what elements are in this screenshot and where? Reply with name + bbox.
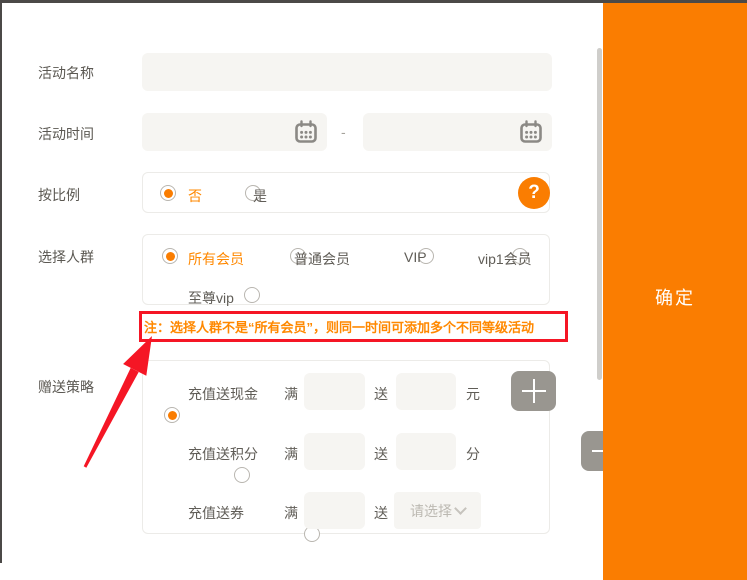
recharge-activity-dialog: { "colors": { "accent_orange": "#fa7d01"…: [0, 0, 747, 580]
end-date-input[interactable]: [363, 113, 552, 151]
audience-vip1-label[interactable]: vip1会员: [478, 249, 532, 269]
coupon-select-dropdown[interactable]: 请选择: [394, 492, 481, 529]
audience-all-members-radio[interactable]: [162, 248, 178, 264]
confirm-button[interactable]: 确定: [603, 281, 747, 313]
help-icon[interactable]: ?: [518, 177, 550, 209]
gift-cash-unit: 元: [466, 384, 480, 404]
gift-coupon-amount-input[interactable]: [304, 492, 365, 529]
gift-points-radio[interactable]: [234, 467, 250, 483]
activity-name-input[interactable]: [142, 53, 552, 91]
gift-strategy-label: 赠送策略: [38, 377, 94, 397]
gift-points-label[interactable]: 充值送积分: [188, 444, 258, 464]
gift-cash-amount-input[interactable]: [304, 373, 365, 410]
activity-name-label: 活动名称: [38, 63, 94, 83]
gift-coupon-mid: 送: [374, 503, 388, 523]
note-highlight-box: 注：选择人群不是“所有会员”，则同一时间可添加多个不同等级活动: [139, 311, 568, 342]
chevron-down-icon: [454, 502, 467, 515]
gift-coupon-label[interactable]: 充值送券: [188, 503, 244, 523]
confirm-panel: 确定: [603, 3, 747, 580]
gift-points-prefix: 满: [284, 444, 298, 464]
vertical-scrollbar[interactable]: [597, 48, 602, 380]
audience-label: 选择人群: [38, 247, 94, 267]
ratio-option-no-radio[interactable]: [160, 185, 176, 201]
audience-vip-label[interactable]: VIP: [404, 249, 427, 265]
gift-points-gift-input[interactable]: [396, 433, 456, 470]
ratio-group: 否 是 ?: [142, 172, 550, 213]
gift-strategy-group: 充值送现金 满 送 元 充值送积分 满 送 分 充值送券 满 送 请选择: [142, 360, 550, 534]
gift-cash-radio[interactable]: [164, 407, 180, 423]
gift-cash-add-button[interactable]: [511, 371, 556, 411]
gift-cash-prefix: 满: [284, 384, 298, 404]
audience-supreme-vip-label[interactable]: 至尊vip: [188, 288, 234, 308]
activity-time-label: 活动时间: [38, 124, 94, 144]
gift-cash-mid: 送: [374, 384, 388, 404]
ratio-option-yes-label[interactable]: 是: [253, 186, 267, 206]
gift-coupon-prefix: 满: [284, 503, 298, 523]
date-range-separator: -: [341, 124, 346, 140]
gift-cash-gift-input[interactable]: [396, 373, 456, 410]
gift-cash-label[interactable]: 充值送现金: [188, 384, 258, 404]
window-left-edge: [0, 0, 2, 563]
audience-supreme-vip-radio[interactable]: [244, 287, 260, 303]
audience-group: 所有会员 普通会员 VIP vip1会员 至尊vip: [142, 234, 550, 305]
calendar-icon[interactable]: [519, 120, 543, 149]
audience-normal-members-label[interactable]: 普通会员: [294, 249, 350, 269]
audience-all-members-label[interactable]: 所有会员: [188, 249, 244, 269]
start-date-input[interactable]: [142, 113, 327, 151]
ratio-label: 按比例: [38, 185, 80, 205]
gift-points-amount-input[interactable]: [304, 433, 365, 470]
gift-points-unit: 分: [466, 444, 480, 464]
coupon-select-placeholder: 请选择: [410, 501, 452, 521]
gift-points-mid: 送: [374, 444, 388, 464]
calendar-icon[interactable]: [294, 120, 318, 149]
ratio-option-no-label[interactable]: 否: [188, 186, 202, 206]
note-text: 注：选择人群不是“所有会员”，则同一时间可添加多个不同等级活动: [142, 317, 534, 336]
